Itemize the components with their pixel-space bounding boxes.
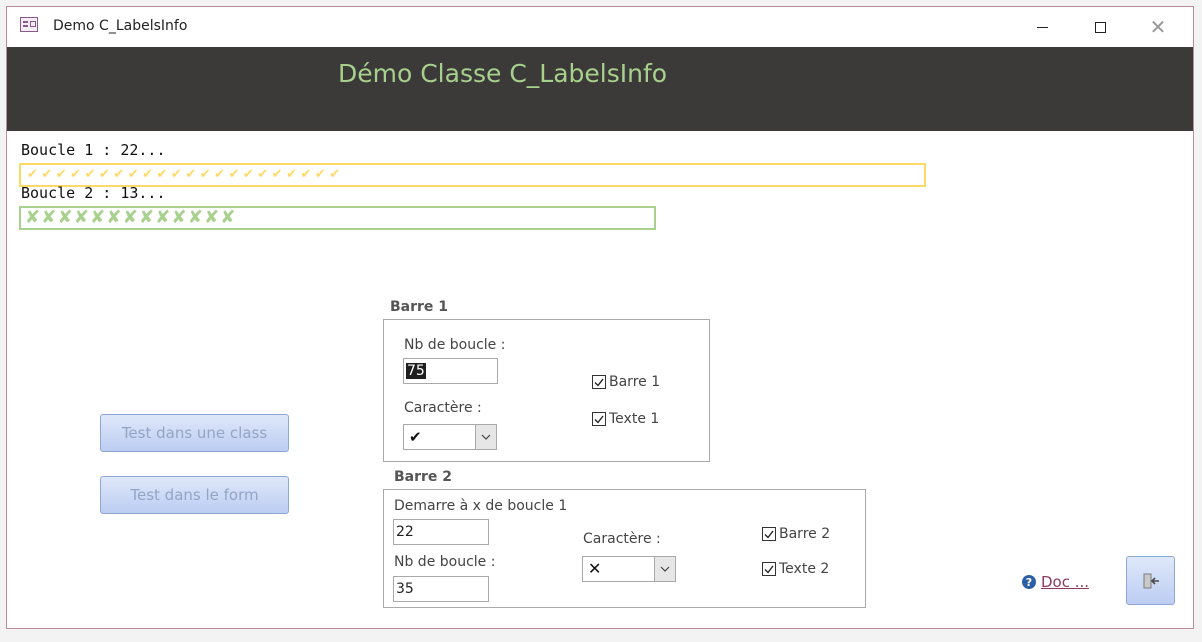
window-title: Demo C_LabelsInfo [53, 18, 188, 34]
barre1-group: Nb de boucle : 75 Caractère : ✔ Barre 1 … [383, 319, 710, 462]
barre2-demarre-label: Demarre à x de boucle 1 [394, 498, 568, 514]
barre2-checkbox-label: Barre 2 [779, 526, 831, 542]
chevron-down-icon[interactable] [654, 557, 675, 581]
minimize-button[interactable] [1019, 11, 1065, 43]
barre1-checkbox[interactable]: Barre 1 [592, 374, 660, 390]
barre1-nb-boucle-value: 75 [406, 363, 426, 379]
texte2-checkbox[interactable]: Texte 2 [762, 561, 829, 577]
barre2-group: Demarre à x de boucle 1 22 Nb de boucle … [383, 489, 866, 608]
barre2-nb-boucle-input[interactable]: 35 [393, 576, 489, 602]
form-icon [20, 17, 38, 32]
boucle1-label: Boucle 1 : 22... [21, 141, 166, 159]
barre1-nb-boucle-label: Nb de boucle : [404, 337, 506, 353]
barre1-nb-boucle-input[interactable]: 75 [403, 358, 498, 384]
barre1-caractere-combo[interactable]: ✔ [403, 424, 497, 450]
barre2-caractere-value: ✕ [588, 559, 602, 578]
boucle2-progress-bar: ✘✘✘✘✘✘✘✘✘✘✘✘✘ [19, 206, 656, 230]
doc-link-group[interactable]: ? Doc ... [1022, 573, 1089, 591]
maximize-icon [1094, 21, 1106, 33]
boucle2-label: Boucle 2 : 13... [21, 184, 166, 202]
exit-button[interactable] [1126, 556, 1175, 605]
help-icon: ? [1022, 575, 1036, 589]
texte1-checkbox-label: Texte 1 [609, 411, 660, 427]
barre2-caractere-combo[interactable]: ✕ [582, 556, 676, 582]
barre2-caractere-label: Caractère : [583, 531, 661, 547]
barre2-nb-boucle-label: Nb de boucle : [394, 554, 496, 570]
close-button[interactable]: ✕ [1135, 11, 1181, 43]
test-form-button[interactable]: Test dans le form [100, 476, 289, 514]
barre2-group-title: Barre 2 [394, 469, 453, 485]
exit-door-icon [1143, 573, 1159, 588]
doc-link[interactable]: Doc ... [1041, 573, 1089, 591]
barre1-checkbox-label: Barre 1 [609, 374, 661, 390]
maximize-button[interactable] [1077, 11, 1123, 43]
checkmark-icon [592, 375, 606, 389]
checkmark-icon [592, 412, 606, 426]
barre2-checkbox[interactable]: Barre 2 [762, 526, 830, 542]
test-class-button[interactable]: Test dans une class [100, 414, 289, 452]
checkmark-icon [762, 562, 776, 576]
close-icon: ✕ [1149, 15, 1167, 39]
page-title: Démo Classe C_LabelsInfo [338, 59, 668, 88]
barre1-caractere-label: Caractère : [404, 400, 482, 416]
barre2-demarre-input[interactable]: 22 [393, 519, 489, 545]
chevron-down-icon[interactable] [475, 425, 496, 449]
texte1-checkbox[interactable]: Texte 1 [592, 411, 659, 427]
minimize-icon [1036, 26, 1048, 28]
title-bar: Demo C_LabelsInfo ✕ [7, 7, 1193, 47]
form-header: Démo Classe C_LabelsInfo [7, 47, 1193, 131]
barre1-group-title: Barre 1 [390, 299, 449, 315]
barre1-caractere-value: ✔ [409, 428, 422, 446]
app-window: Demo C_LabelsInfo ✕ Démo Classe C_Labels… [6, 6, 1194, 629]
checkmark-icon [762, 527, 776, 541]
texte2-checkbox-label: Texte 2 [779, 561, 830, 577]
